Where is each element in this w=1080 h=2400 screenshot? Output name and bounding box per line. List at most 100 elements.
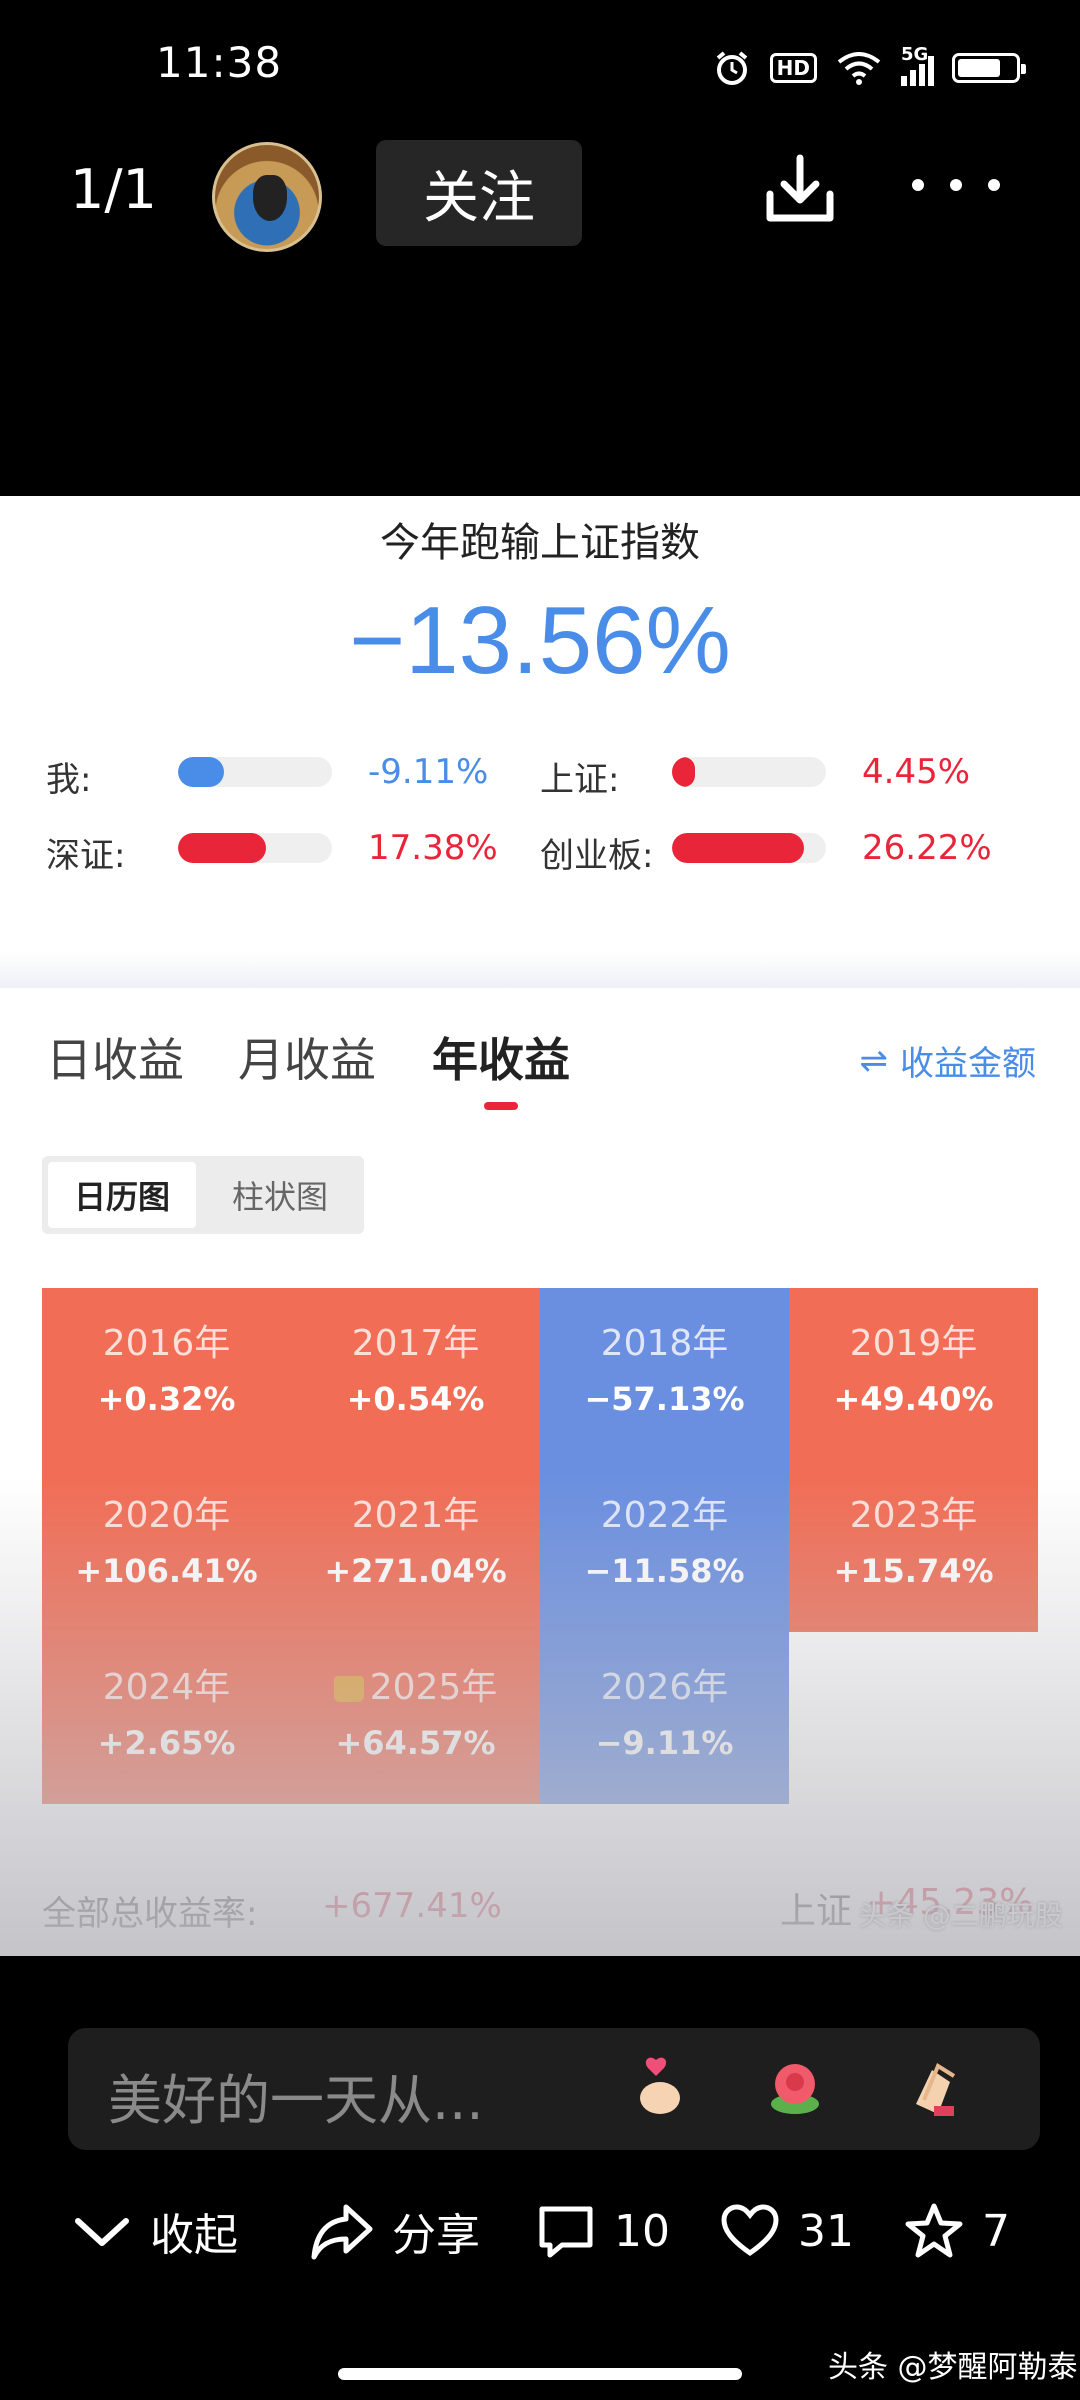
year-label: 2025年 [291,1658,540,1710]
year-text: 2025年 [369,1667,498,1708]
collapse-label: 收起 [150,2210,238,2261]
year-label: 2023年 [789,1486,1038,1538]
comparison-value: -9.11% [368,752,489,792]
signal-icon: 5G [901,44,934,86]
comparison-bar-fill [178,757,225,787]
year-cell[interactable]: 2021年 +271.04% [291,1460,540,1632]
year-cell[interactable]: 2017年 +0.54% [291,1288,540,1460]
comparison-bar [178,757,332,787]
year-cell[interactable]: 2025年 +64.57% [291,1632,540,1804]
comments-count: 10 [614,2205,670,2257]
comparison-bar-fill [672,833,805,863]
year-label: 2024年 [42,1658,291,1710]
comparison-label: 创业板: [540,836,654,876]
share-button[interactable]: 分享 [310,2196,480,2266]
yearly-returns-grid: 2016年 +0.32% 2017年 +0.54% 2018年 −57.13% 2019年 +… [42,1288,1038,1804]
swap-icon: ⇌ [859,1040,889,1081]
year-label: 2017年 [291,1314,540,1366]
tab-monthly[interactable]: 月收益 [238,1024,376,1090]
year-label: 2020年 [42,1486,291,1538]
year-return: +0.54% [346,1380,485,1418]
tab-daily[interactable]: 日收益 [46,1024,184,1090]
total-return-value: +677.41% [322,1886,502,1926]
share-label: 分享 [392,2210,480,2261]
comment-input[interactable]: 美好的一天从... [68,2028,1040,2150]
year-return: −9.11% [595,1724,734,1762]
heart-icon [721,2204,779,2257]
comment-icon [539,2206,593,2258]
favorites-count: 7 [982,2205,1010,2257]
avatar[interactable] [212,142,322,252]
collapse-button[interactable]: 收起 [72,2196,238,2266]
year-label: 2018年 [540,1314,789,1366]
like-button[interactable]: 31 [720,2196,854,2266]
year-text: 2016年 [102,1323,231,1364]
finger-heart-emoji-icon[interactable] [628,2052,698,2122]
network-type: 5G [901,44,929,65]
chevron-down-icon [75,2218,129,2246]
clap-emoji-icon[interactable] [898,2052,968,2122]
favorite-button[interactable]: 7 [904,2196,1010,2266]
year-text: 2019年 [849,1323,978,1364]
comparison-bar [672,757,826,787]
status-bar: 11:38 HD 5G [0,0,1080,130]
year-text: 2024年 [102,1667,231,1708]
comments-button[interactable]: 10 [536,2196,670,2266]
year-cell[interactable]: 2019年 +49.40% [789,1288,1038,1460]
year-return: −11.58% [584,1552,745,1590]
year-cell[interactable]: 2022年 −11.58% [540,1460,789,1632]
segment-bar-chart[interactable]: 柱状图 [202,1162,358,1228]
hd-icon: HD [769,53,817,83]
flower-emoji-icon[interactable] [760,2052,830,2122]
year-cell[interactable]: 2026年 −9.11% [540,1632,789,1804]
year-text: 2018年 [600,1323,729,1364]
year-label: 2019年 [789,1314,1038,1366]
download-icon[interactable] [760,150,840,230]
image-watermark: 头条 @二鹏玩股 [858,1899,1063,1932]
more-icon[interactable] [912,170,1022,200]
comparison-value: 26.22% [862,828,992,868]
year-return: −57.13% [584,1380,745,1418]
year-text: 2023年 [849,1495,978,1536]
comparison-bar [672,833,826,863]
thumbs-up-icon [333,1676,364,1702]
comparison-bar-fill [672,757,696,787]
comparison-bar-fill [178,833,266,863]
alarm-icon [716,51,747,85]
year-text: 2020年 [102,1495,231,1536]
status-time: 11:38 [156,38,283,87]
year-cell[interactable]: 2023年 +15.74% [789,1460,1038,1632]
amount-toggle-label: 收益金额 [900,1044,1036,1084]
follow-button[interactable]: 关注 [376,140,582,246]
total-return-label: 全部总收益率: [42,1894,258,1934]
likes-count: 31 [798,2205,854,2257]
year-label: 2026年 [540,1658,789,1710]
year-cell[interactable]: 2024年 +2.65% [42,1632,291,1804]
image-card: 今年跑输上证指数 −13.56% 我: -9.11% 上证: 4.45% 深证: 17.3… [0,496,1080,1956]
year-label: 2021年 [291,1486,540,1538]
home-indicator[interactable] [338,2368,742,2380]
year-return: +271.04% [324,1552,507,1590]
battery-icon [952,53,1026,83]
year-text: 2021年 [351,1495,480,1536]
big-percentage: −13.56% [349,587,731,694]
year-text: 2026年 [600,1667,729,1708]
year-label: 2016年 [42,1314,291,1366]
year-return: +106.41% [75,1552,258,1590]
year-cell[interactable]: 2018年 −57.13% [540,1288,789,1460]
year-return: +64.57% [335,1724,496,1762]
year-return: +15.74% [833,1552,994,1590]
amount-toggle[interactable]: ⇌ 收益金额 [860,1036,1037,1085]
page-counter: 1/1 [70,158,157,221]
headline: 今年跑输上证指数 [380,520,700,566]
tab-yearly[interactable]: 年收益 [432,1024,570,1090]
year-cell[interactable]: 2016年 +0.32% [42,1288,291,1460]
view-switcher: 日历图 柱状图 [42,1156,364,1234]
divider [0,952,1080,988]
status-icons: HD 5G [712,44,1026,88]
segment-calendar[interactable]: 日历图 [48,1162,196,1228]
year-text: 2017年 [351,1323,480,1364]
star-icon [905,2203,963,2258]
year-cell[interactable]: 2020年 +106.41% [42,1460,291,1632]
comparison-bar [178,833,332,863]
